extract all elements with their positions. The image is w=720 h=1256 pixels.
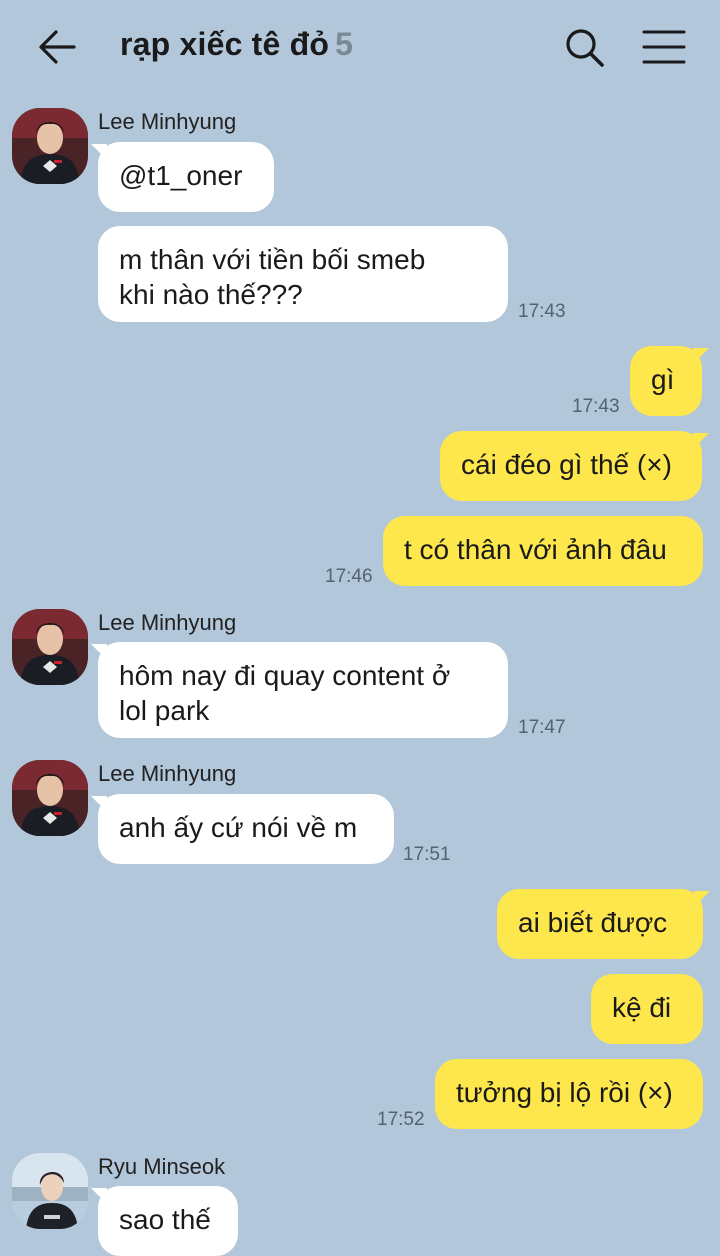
sender-name: Lee Minhyung bbox=[98, 109, 237, 134]
message-timestamp: 17:46 bbox=[325, 566, 373, 587]
chat-title: rạp xiếc tê đỏ 5 bbox=[120, 26, 353, 63]
message-timestamp: 17:51 bbox=[403, 844, 451, 865]
message-bubble[interactable]: m thân với tiền bối smeb khi nào thế??? bbox=[98, 226, 508, 322]
message-bubble[interactable]: tưởng bị lộ rồi (×) bbox=[435, 1059, 703, 1129]
message-bubble[interactable]: anh ấy cứ nói về m bbox=[91, 794, 394, 864]
message-timestamp: 17:47 bbox=[518, 717, 566, 738]
sender-name: Ryu Minseok bbox=[98, 1154, 226, 1179]
arrow-left-icon bbox=[39, 30, 76, 64]
profile-photo bbox=[12, 1153, 88, 1229]
message-bubble[interactable]: ai biết được bbox=[497, 889, 710, 959]
menu-button[interactable] bbox=[642, 28, 686, 66]
back-button[interactable] bbox=[36, 27, 80, 67]
profile-photo bbox=[12, 760, 88, 836]
message-bubble[interactable]: t có thân với ảnh đâu bbox=[383, 516, 703, 586]
message-bubble[interactable]: gì bbox=[630, 346, 709, 416]
message-timestamp: 17:43 bbox=[518, 301, 566, 322]
profile-photo bbox=[12, 108, 88, 184]
member-count: 5 bbox=[335, 26, 354, 62]
chat-room-name: rạp xiếc tê đỏ bbox=[120, 26, 330, 62]
message-bubble[interactable]: @t1_oner bbox=[91, 142, 274, 212]
hamburger-menu-icon bbox=[642, 30, 686, 64]
sender-name: Lee Minhyung bbox=[98, 610, 237, 635]
search-icon bbox=[566, 29, 604, 67]
message-bubble[interactable]: hôm nay đi quay content ở lol park bbox=[91, 642, 508, 738]
profile-photo bbox=[12, 609, 88, 685]
avatar-lee-minhyung[interactable] bbox=[12, 760, 88, 836]
chat-header: rạp xiếc tê đỏ 5 bbox=[0, 0, 720, 95]
message-bubble[interactable]: sao thế bbox=[91, 1186, 238, 1256]
avatar-lee-minhyung[interactable] bbox=[12, 609, 88, 685]
avatar-lee-minhyung[interactable] bbox=[12, 108, 88, 184]
avatar-ryu-minseok[interactable] bbox=[12, 1153, 88, 1229]
search-button[interactable] bbox=[564, 27, 606, 69]
message-timestamp: 17:43 bbox=[572, 396, 620, 417]
sender-name: Lee Minhyung bbox=[98, 761, 237, 786]
message-bubble[interactable]: kệ đi bbox=[591, 974, 703, 1044]
message-timestamp: 17:52 bbox=[377, 1109, 425, 1130]
message-bubble[interactable]: cái đéo gì thế (×) bbox=[440, 431, 709, 501]
